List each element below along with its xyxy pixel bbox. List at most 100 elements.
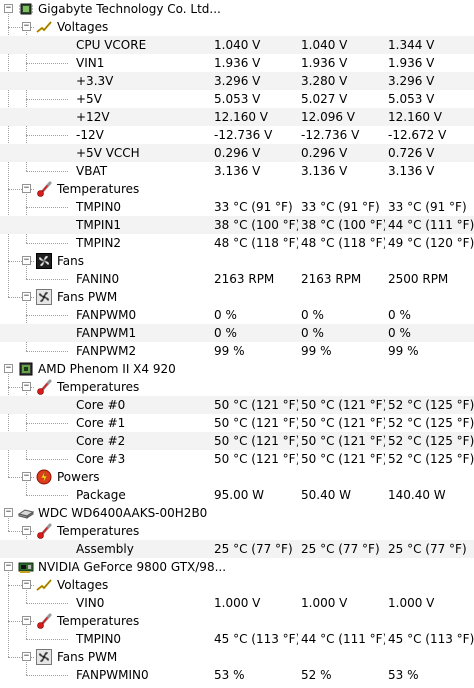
- sensor-row[interactable]: Assembly 25 °C (77 °F) 25 °C (77 °F) 25 °C …: [0, 540, 474, 558]
- thermometer-icon: [36, 523, 52, 539]
- collapse-toggle[interactable]: −: [22, 292, 31, 301]
- value-cell: 99 %: [214, 344, 245, 358]
- sensor-row[interactable]: VBAT 3.136 V 3.136 V 3.136 V: [0, 162, 474, 180]
- tree-group-node[interactable]: − Temperatures: [0, 378, 474, 396]
- thermometer-icon: [36, 613, 52, 629]
- min-cell: 50 °C (121 °F): [301, 434, 385, 448]
- sensor-row[interactable]: +5V VCCH 0.296 V 0.296 V 0.726 V: [0, 144, 474, 162]
- max-cell: 3.296 V: [388, 74, 435, 88]
- collapse-toggle[interactable]: −: [4, 4, 13, 13]
- tree-hardware-node[interactable]: − AMD Phenom II X4 920: [0, 360, 474, 378]
- sensor-row[interactable]: FANIN0 2163 RPM 2163 RPM 2500 RPM: [0, 270, 474, 288]
- max-cell: 52 °C (125 °F): [388, 398, 474, 412]
- thermometer-icon: [36, 181, 52, 197]
- min-cell: -12.736 V: [301, 128, 360, 142]
- node-label: VIN1: [76, 56, 105, 70]
- min-cell: 5.027 V: [301, 92, 348, 106]
- collapse-toggle[interactable]: −: [22, 382, 31, 391]
- sensor-tree: − Gigabyte Technology Co. Ltd... − Voltages…: [0, 0, 474, 688]
- sensor-row[interactable]: FANPWM2 99 % 99 % 99 %: [0, 342, 474, 360]
- sensor-row[interactable]: CPU VCORE 1.040 V 1.040 V 1.344 V: [0, 36, 474, 54]
- collapse-toggle[interactable]: −: [22, 472, 31, 481]
- max-cell: 25 °C (77 °F): [388, 542, 467, 556]
- sensor-row[interactable]: TMPIN2 48 °C (118 °F) 48 °C (118 °F) 49 °C …: [0, 234, 474, 252]
- node-label: Powers: [57, 470, 100, 484]
- node-label: TMPIN0: [76, 200, 122, 214]
- sensor-row[interactable]: FANPWM1 0 % 0 % 0 %: [0, 324, 474, 342]
- min-cell: 3.136 V: [301, 164, 348, 178]
- collapse-toggle[interactable]: −: [22, 652, 31, 661]
- min-cell: 50 °C (121 °F): [301, 416, 385, 430]
- sensor-row[interactable]: VIN1 1.936 V 1.936 V 1.936 V: [0, 54, 474, 72]
- node-label: VBAT: [76, 164, 108, 178]
- tree-group-node[interactable]: − Fans PWM: [0, 288, 474, 306]
- tree-group-node[interactable]: − Temperatures: [0, 180, 474, 198]
- sensor-row[interactable]: FANPWM0 0 % 0 % 0 %: [0, 306, 474, 324]
- min-cell: 1.936 V: [301, 56, 348, 70]
- sensor-row[interactable]: TMPIN1 38 °C (100 °F) 38 °C (100 °F) 44 °C …: [0, 216, 474, 234]
- tree-hardware-node[interactable]: − Gigabyte Technology Co. Ltd...: [0, 0, 474, 18]
- sensor-row[interactable]: +5V 5.053 V 5.027 V 5.053 V: [0, 90, 474, 108]
- min-cell: 12.096 V: [301, 110, 356, 124]
- max-cell: 0 %: [388, 326, 411, 340]
- tree-hardware-node[interactable]: − WDC WD6400AAKS-00H2B0: [0, 504, 474, 522]
- voltage-icon: [36, 577, 52, 593]
- node-label: +5V: [76, 92, 102, 106]
- voltage-icon: [36, 19, 52, 35]
- tree-group-node[interactable]: − Temperatures: [0, 612, 474, 630]
- collapse-toggle[interactable]: −: [4, 508, 13, 517]
- collapse-toggle[interactable]: −: [22, 616, 31, 625]
- min-cell: 44 °C (111 °F): [301, 632, 385, 646]
- node-label: Core #0: [76, 398, 126, 412]
- sensor-row[interactable]: VIN0 1.000 V 1.000 V 1.000 V: [0, 594, 474, 612]
- value-cell: 53 %: [214, 668, 245, 682]
- collapse-toggle[interactable]: −: [22, 526, 31, 535]
- sensor-row[interactable]: Core #2 50 °C (121 °F) 50 °C (121 °F) 52 °C…: [0, 432, 474, 450]
- thermometer-icon: [36, 379, 52, 395]
- sensor-row[interactable]: +3.3V 3.296 V 3.280 V 3.296 V: [0, 72, 474, 90]
- value-cell: 0 %: [214, 308, 237, 322]
- value-cell: 25 °C (77 °F): [214, 542, 293, 556]
- tree-group-node[interactable]: − Voltages: [0, 18, 474, 36]
- value-cell: 3.296 V: [214, 74, 261, 88]
- node-label: VIN0: [76, 596, 105, 610]
- value-cell: 50 °C (121 °F): [214, 416, 298, 430]
- collapse-toggle[interactable]: −: [22, 184, 31, 193]
- min-cell: 25 °C (77 °F): [301, 542, 380, 556]
- node-label: WDC WD6400AAKS-00H2B0: [38, 506, 208, 520]
- node-label: FANPWMIN0: [76, 668, 149, 682]
- tree-group-node[interactable]: − Voltages: [0, 576, 474, 594]
- tree-hardware-node[interactable]: − NVIDIA GeForce 9800 GTX/98...: [0, 558, 474, 576]
- sensor-row[interactable]: +12V 12.160 V 12.096 V 12.160 V: [0, 108, 474, 126]
- max-cell: 52 °C (125 °F): [388, 452, 474, 466]
- tree-group-node[interactable]: − Temperatures: [0, 522, 474, 540]
- sensor-row[interactable]: Core #1 50 °C (121 °F) 50 °C (121 °F) 52 °C…: [0, 414, 474, 432]
- sensor-row[interactable]: FANPWMIN0 53 % 52 % 53 %: [0, 666, 474, 684]
- tree-group-node[interactable]: − Fans: [0, 252, 474, 270]
- sensor-row[interactable]: TMPIN0 45 °C (113 °F) 44 °C (111 °F) 45 °C …: [0, 630, 474, 648]
- node-label: Voltages: [57, 20, 109, 34]
- collapse-toggle[interactable]: −: [4, 364, 13, 373]
- collapse-toggle[interactable]: −: [22, 580, 31, 589]
- node-label: TMPIN1: [76, 218, 122, 232]
- sensor-row[interactable]: Core #0 50 °C (121 °F) 50 °C (121 °F) 52 °C…: [0, 396, 474, 414]
- node-label: Gigabyte Technology Co. Ltd...: [38, 2, 221, 16]
- collapse-toggle[interactable]: −: [22, 22, 31, 31]
- gpu-icon: [18, 559, 34, 575]
- node-label: NVIDIA GeForce 9800 GTX/98...: [38, 560, 227, 574]
- sensor-row[interactable]: TMPIN0 33 °C (91 °F) 33 °C (91 °F) 33 °C (9…: [0, 198, 474, 216]
- value-cell: -12.736 V: [214, 128, 273, 142]
- value-cell: 50 °C (121 °F): [214, 452, 298, 466]
- value-cell: 12.160 V: [214, 110, 269, 124]
- max-cell: 45 °C (113 °F): [388, 632, 474, 646]
- tree-group-node[interactable]: − Powers: [0, 468, 474, 486]
- sensor-row[interactable]: -12V -12.736 V -12.736 V -12.672 V: [0, 126, 474, 144]
- collapse-toggle[interactable]: −: [22, 256, 31, 265]
- collapse-toggle[interactable]: −: [4, 562, 13, 571]
- node-label: TMPIN2: [76, 236, 122, 250]
- sensor-row[interactable]: Core #3 50 °C (121 °F) 50 °C (121 °F) 52 °C…: [0, 450, 474, 468]
- tree-group-node[interactable]: − Fans PWM: [0, 648, 474, 666]
- node-label: FANPWM2: [76, 344, 137, 358]
- sensor-row[interactable]: Package 95.00 W 50.40 W 140.40 W: [0, 486, 474, 504]
- value-cell: 1.936 V: [214, 56, 261, 70]
